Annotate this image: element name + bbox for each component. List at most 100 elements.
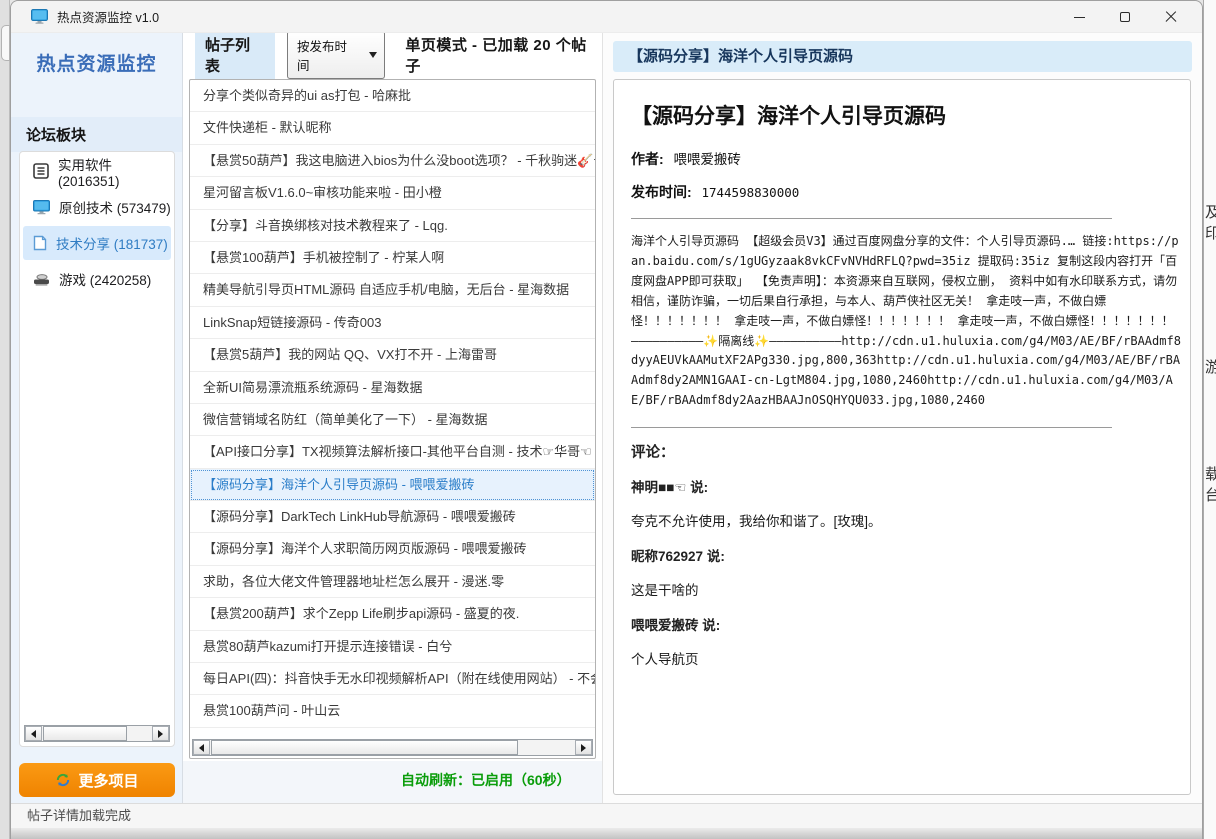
post-author-row: 作者: 喂喂爱搬砖: [631, 148, 1184, 169]
scrollbar-track[interactable]: [210, 740, 575, 755]
scrollbar-thumb[interactable]: [211, 740, 518, 755]
post-list-item[interactable]: 悬赏100葫芦问 - 叶山云: [190, 695, 595, 727]
sort-dropdown-value: 按发布时间: [297, 36, 359, 74]
maximize-button[interactable]: [1102, 1, 1148, 33]
post-list-item[interactable]: 【悬赏5葫芦】我的网站 QQ、VX打不开 - 上海雷哥: [190, 339, 595, 371]
background-window-left: [0, 0, 10, 839]
list-icon: [33, 163, 49, 179]
sidebar-item-tech-share[interactable]: 技术分享 (181737): [23, 226, 171, 260]
divider: [631, 427, 1112, 428]
forum-board-list: 实用软件 (2016351) 原创技术 (573479) 技术分享 (18173…: [19, 151, 175, 747]
post-list-item[interactable]: 【源码分享】海洋个人求职简历网页版源码 - 喂喂爱搬砖: [190, 533, 595, 565]
comment-author: 神明■■☜ 说:: [631, 476, 1184, 496]
minimize-button[interactable]: [1056, 1, 1102, 33]
post-list-item[interactable]: 悬赏80葫芦kazumi打开提示连接错误 - 白兮: [190, 631, 595, 663]
more-projects-label: 更多项目: [78, 770, 138, 791]
comment-author: 喂喂爱搬砖 说:: [631, 614, 1184, 634]
status-bar-text: 帖子详情加载完成: [27, 808, 131, 823]
post-detail-panel: 【源码分享】海洋个人引导页源码 【源码分享】海洋个人引导页源码 作者: 喂喂爱搬…: [603, 33, 1202, 803]
forum-section-title: 论坛板块: [11, 117, 182, 152]
sidebar-item-label: 原创技术 (573479): [59, 197, 171, 217]
post-list-item[interactable]: 【悬赏50葫芦】我这电脑进入bios为什么没boot选项？ - 千秋驹迷🎸七·: [190, 145, 595, 177]
post-list-horizontal-scrollbar[interactable]: [192, 739, 593, 756]
scrollbar-thumb[interactable]: [43, 726, 127, 741]
chevron-down-icon: [369, 52, 377, 58]
post-listbox: 分享个类似奇异的ui as打包 - 哈麻批 文件快递柜 - 默认昵称 【悬赏50…: [189, 79, 596, 759]
clipped-background-text: 印: [1205, 222, 1216, 243]
comments-section-label: 评论：: [631, 441, 1184, 462]
app-window: 热点资源监控 v1.0 热点资源监控 论坛板块 实用软件 (2016351): [10, 0, 1203, 839]
post-list-item-selected[interactable]: 【源码分享】海洋个人引导页源码 - 喂喂爱搬砖: [190, 469, 595, 501]
sidebar-item-games[interactable]: 游戏 (2420258): [23, 262, 171, 296]
refresh-icon: [55, 772, 71, 788]
author-value: 喂喂爱搬砖: [673, 152, 741, 167]
more-projects-button[interactable]: 更多项目: [19, 763, 175, 797]
titlebar: 热点资源监控 v1.0: [11, 1, 1202, 33]
page-mode-status: 单页模式 - 已加载 20 个帖子: [405, 34, 602, 76]
post-list-item[interactable]: 微信营销域名防红（简单美化了一下） - 星海数据: [190, 404, 595, 436]
clipped-background-text: 台: [1205, 484, 1216, 505]
close-button[interactable]: [1148, 1, 1194, 33]
comment-text: 夸克不允许使用，我给你和谐了。[玫瑰]。: [631, 510, 1184, 530]
post-list-item[interactable]: LinkSnap短链接源码 - 传奇003: [190, 307, 595, 339]
author-label: 作者:: [631, 151, 664, 167]
sidebar-item-original-tech[interactable]: 原创技术 (573479): [23, 190, 171, 224]
sidebar-horizontal-scrollbar[interactable]: [24, 725, 170, 742]
post-detail-header: 【源码分享】海洋个人引导页源码: [613, 41, 1192, 72]
comment-says-label: 说:: [690, 480, 708, 495]
sidebar-item-label: 游戏 (2420258): [59, 269, 151, 289]
post-list-item[interactable]: 星河留言板V1.6.0~审核功能来啦 - 田小橙: [190, 177, 595, 209]
comment-author-name: 喂喂爱搬砖: [631, 618, 699, 633]
window-title: 热点资源监控 v1.0: [57, 7, 159, 26]
scroll-right-button[interactable]: [575, 740, 592, 755]
background-window-right: 及 印 游 载 台: [1203, 0, 1216, 839]
page-icon: [33, 235, 47, 251]
post-title: 【源码分享】海洋个人引导页源码: [631, 100, 1184, 130]
clipped-background-text: 及: [1205, 201, 1216, 222]
window-controls: [1056, 1, 1194, 33]
auto-refresh-status: 自动刷新：已启用（60秒）: [401, 770, 571, 790]
screen: 及 印 游 载 台 热点资源监控 v1.0 热点资源监控 论坛板块: [0, 0, 1216, 839]
status-bar: 帖子详情加载完成: [11, 803, 1202, 828]
sidebar: 热点资源监控 论坛板块 实用软件 (2016351) 原创技术 (573479)…: [11, 33, 183, 803]
post-detail-card: 【源码分享】海洋个人引导页源码 作者: 喂喂爱搬砖 发布时间: 17445988…: [613, 79, 1191, 795]
post-list-item[interactable]: 【悬赏100葫芦】手机被控制了 - 柠某人啊: [190, 242, 595, 274]
post-list-footer: 自动刷新：已启用（60秒）: [183, 761, 602, 803]
post-content: 海洋个人引导页源码 【超级会员V3】通过百度网盘分享的文件：个人引导页源码.… …: [631, 232, 1182, 411]
comment-author-name: 神明■■☜: [631, 480, 686, 495]
app-brand-title: 热点资源监控: [11, 49, 182, 76]
post-list-item[interactable]: 求助，各位大佬文件管理器地址栏怎么展开 - 漫迷.零: [190, 566, 595, 598]
post-list-item[interactable]: 每日API(四)：抖音快手无水印视频解析API（附在线使用网站） - 不会php: [190, 663, 595, 695]
main-content: 热点资源监控 论坛板块 实用软件 (2016351) 原创技术 (573479)…: [11, 33, 1202, 803]
app-icon: [31, 9, 48, 24]
clipped-background-text: 载: [1205, 463, 1216, 484]
post-list-header: 帖子列表 按发布时间 单页模式 - 已加载 20 个帖子: [183, 33, 602, 77]
post-list-title: 帖子列表: [195, 33, 275, 81]
scroll-left-button[interactable]: [25, 726, 42, 741]
scroll-left-button[interactable]: [193, 740, 210, 755]
post-list-item[interactable]: 【悬赏200葫芦】求个Zepp Life刷步api源码 - 盛夏的夜.: [190, 598, 595, 630]
scrollbar-track[interactable]: [42, 726, 152, 741]
window-bottom-edge: [11, 828, 1202, 839]
post-list-item[interactable]: 【分享】斗音换绑核对技术教程来了 - Lqg.: [190, 210, 595, 242]
publish-time-value: 1744598830000: [701, 185, 799, 200]
sidebar-item-label: 技术分享 (181737): [56, 233, 168, 253]
post-list-item[interactable]: 【API接口分享】TX视频算法解析接口-其他平台自测 - 技术☞华哥☜: [190, 436, 595, 468]
drive-icon: [33, 272, 50, 286]
divider: [631, 218, 1112, 219]
monitor-icon: [33, 200, 50, 215]
clipped-background-text: 游: [1205, 356, 1216, 377]
comment-says-label: 说:: [702, 618, 720, 633]
post-list-item[interactable]: 精美导航引导页HTML源码 自适应手机/电脑，无后台 - 星海数据: [190, 274, 595, 306]
comment-author: 昵称762927 说:: [631, 545, 1184, 565]
post-list-item[interactable]: 分享个类似奇异的ui as打包 - 哈麻批: [190, 80, 595, 112]
scroll-right-button[interactable]: [152, 726, 169, 741]
background-window-tab: [1, 25, 10, 61]
post-list-item[interactable]: 【源码分享】DarkTech LinkHub导航源码 - 喂喂爱搬砖: [190, 501, 595, 533]
post-list-item[interactable]: 全新UI简易漂流瓶系统源码 - 星海数据: [190, 372, 595, 404]
comment-author-name: 昵称762927: [631, 549, 703, 564]
comment-text: 这是干啥的: [631, 579, 1184, 599]
sort-dropdown[interactable]: 按发布时间: [287, 33, 385, 79]
post-list-item[interactable]: 文件快递柜 - 默认昵称: [190, 112, 595, 144]
sidebar-item-utility-software[interactable]: 实用软件 (2016351): [23, 154, 171, 188]
